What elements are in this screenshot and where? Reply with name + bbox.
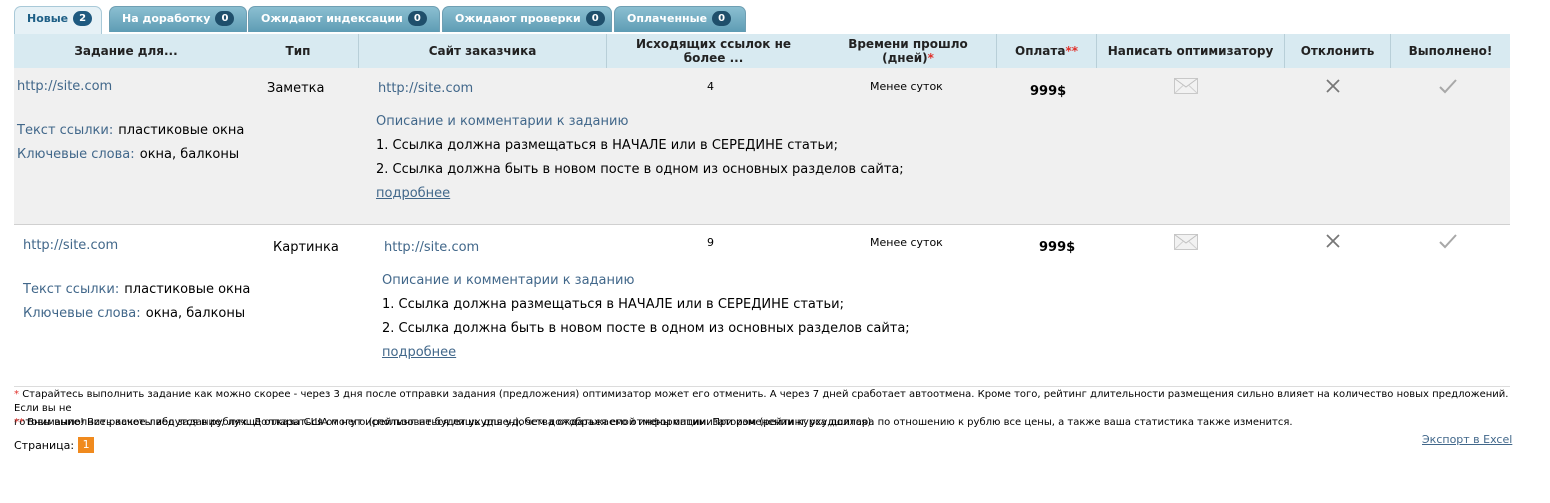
- envelope-icon[interactable]: [1174, 78, 1198, 94]
- required-mark: *: [927, 51, 934, 65]
- task-url-link[interactable]: http://site.com: [17, 79, 112, 94]
- header-time-text: Времени прошло (дней): [848, 37, 968, 65]
- page-button-current[interactable]: 1: [78, 437, 95, 453]
- close-icon[interactable]: [1325, 233, 1341, 249]
- tab-label: На доработку: [122, 12, 211, 25]
- table-row: http://site.com Текст ссылки: пластиковы…: [14, 68, 1510, 225]
- link-text-value: пластиковые окна: [124, 282, 251, 297]
- time-passed-value: Менее суток: [870, 80, 943, 93]
- description-title: Описание и комментарии к заданию: [376, 114, 629, 129]
- header-payment: Оплата**: [996, 34, 1096, 68]
- page-label: Страница:: [14, 438, 75, 452]
- tab-rework[interactable]: На доработку 0: [109, 6, 247, 32]
- tab-label: Ожидают индексации: [261, 12, 403, 25]
- footer-divider: [14, 386, 1510, 387]
- description-line: 2. Ссылка должна быть в новом посте в од…: [376, 162, 904, 177]
- header-type: Тип: [285, 44, 311, 58]
- header-payment-text: Оплата: [1015, 44, 1066, 58]
- tab-count-badge: 0: [215, 11, 235, 26]
- tab-new[interactable]: Новые 2: [14, 6, 102, 34]
- description-line: 1. Ссылка должна размещаться в НАЧАЛЕ ил…: [376, 138, 838, 153]
- outgoing-links-count: 4: [707, 80, 714, 93]
- header-reject: Отклонить: [1284, 34, 1390, 68]
- envelope-icon[interactable]: [1174, 234, 1198, 250]
- link-text-label: Текст ссылки:: [17, 123, 114, 138]
- more-link[interactable]: подробнее: [376, 186, 450, 201]
- header-site: Сайт заказчика: [358, 34, 606, 68]
- tab-count-badge: 0: [585, 11, 605, 26]
- header-done: Выполнено!: [1390, 34, 1510, 68]
- keywords-line: Ключевые слова: окна, балконы: [17, 143, 239, 162]
- site-url-link[interactable]: http://site.com: [384, 240, 479, 255]
- task-type: Картинка: [273, 240, 339, 255]
- link-text-line: Текст ссылки: пластиковые окна: [17, 119, 244, 138]
- footnote-mark: *: [14, 389, 19, 400]
- site-url-link[interactable]: http://site.com: [378, 81, 473, 96]
- footnote-mark: **: [14, 417, 24, 428]
- keywords-value: окна, балконы: [139, 147, 240, 162]
- checkmark-icon[interactable]: [1438, 233, 1458, 249]
- description-line: 1. Ссылка должна размещаться в НАЧАЛЕ ил…: [382, 297, 844, 312]
- footnote-text: Внимание! Все расчеты ведутся в рублях. …: [27, 417, 1293, 428]
- header-outgoing-links: Исходящих ссылок не более ...: [606, 34, 820, 68]
- table-row: http://site.com Текст ссылки: пластиковы…: [14, 225, 1510, 375]
- payment-amount: 999$: [1030, 84, 1067, 99]
- close-icon[interactable]: [1325, 78, 1341, 94]
- tab-count-badge: 2: [73, 11, 93, 26]
- header-write-optimizer: Написать оптимизатору: [1096, 34, 1284, 68]
- payment-amount: 999$: [1039, 240, 1076, 255]
- export-excel-link[interactable]: Экспорт в Excel: [1422, 433, 1512, 446]
- checkmark-icon[interactable]: [1438, 78, 1458, 94]
- table-header: Задание для... Тип Сайт заказчика Исходя…: [14, 34, 1510, 69]
- description-title: Описание и комментарии к заданию: [382, 273, 635, 288]
- tab-awaiting-indexing[interactable]: Ожидают индексации 0: [248, 6, 440, 32]
- header-time-passed: Времени прошло (дней)*: [820, 34, 996, 68]
- tab-paid[interactable]: Оплаченные 0: [614, 6, 746, 32]
- tab-label: Оплаченные: [627, 12, 708, 25]
- header-task: Задание для...: [74, 44, 178, 58]
- keywords-value: окна, балконы: [145, 306, 246, 321]
- link-text-value: пластиковые окна: [118, 123, 245, 138]
- task-url-link[interactable]: http://site.com: [23, 238, 118, 253]
- tab-count-badge: 0: [712, 11, 732, 26]
- required-mark: **: [1065, 44, 1078, 58]
- more-link[interactable]: подробнее: [382, 345, 456, 360]
- time-passed-value: Менее суток: [870, 236, 943, 249]
- link-text-label: Текст ссылки:: [23, 282, 120, 297]
- description-line: 2. Ссылка должна быть в новом посте в од…: [382, 321, 910, 336]
- pagination: Страница: 1: [14, 437, 95, 453]
- task-type: Заметка: [267, 81, 325, 96]
- footnote-currency: ** Внимание! Все расчеты ведутся в рубля…: [14, 416, 1514, 430]
- footnote-text: Старайтесь выполнить задание как можно с…: [14, 389, 1509, 414]
- keywords-line: Ключевые слова: окна, балконы: [23, 302, 245, 321]
- tab-label: Новые: [27, 12, 69, 25]
- tab-label: Ожидают проверки: [455, 12, 581, 25]
- tab-awaiting-check[interactable]: Ожидают проверки 0: [442, 6, 612, 32]
- link-text-line: Текст ссылки: пластиковые окна: [23, 278, 250, 297]
- keywords-label: Ключевые слова:: [17, 147, 135, 162]
- keywords-label: Ключевые слова:: [23, 306, 141, 321]
- tab-count-badge: 0: [407, 11, 427, 26]
- outgoing-links-count: 9: [707, 236, 714, 249]
